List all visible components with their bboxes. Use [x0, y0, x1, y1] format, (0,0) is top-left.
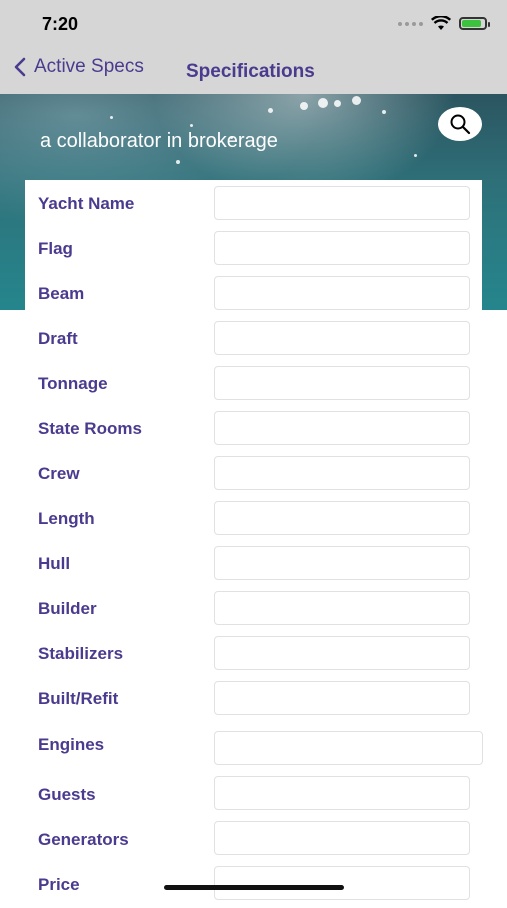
field-row-yacht-name: Yacht Name	[25, 183, 482, 228]
field-row-tonnage: Tonnage	[25, 363, 482, 408]
field-label-draft: Draft	[38, 329, 78, 348]
status-bar: 7:20	[0, 0, 507, 48]
back-button[interactable]: Active Specs	[14, 56, 144, 78]
status-time: 7:20	[42, 14, 79, 34]
field-row-state-rooms: State Rooms	[25, 408, 482, 453]
field-label-price: Price	[38, 875, 80, 894]
field-row-beam: Beam	[25, 273, 482, 318]
signal-icon	[398, 21, 423, 26]
flag-input[interactable]	[214, 231, 470, 265]
engines-input[interactable]	[214, 731, 483, 765]
field-row-draft: Draft	[25, 318, 482, 363]
search-button[interactable]	[438, 107, 482, 141]
specifications-form: Yacht Name Flag Beam Draft Tonnage State…	[25, 180, 483, 900]
field-label-state-rooms: State Rooms	[38, 419, 142, 438]
price-input[interactable]	[214, 866, 470, 900]
field-row-engines: Engines	[25, 728, 483, 773]
field-label-generators: Generators	[38, 830, 129, 849]
tonnage-input[interactable]	[214, 366, 470, 400]
field-row-crew: Crew	[25, 453, 482, 498]
field-row-length: Length	[25, 498, 482, 543]
search-icon	[450, 114, 471, 135]
field-label-guests: Guests	[38, 785, 96, 804]
beam-input[interactable]	[214, 276, 470, 310]
navigation-bar: Active Specs Specifications	[0, 48, 507, 94]
field-label-hull: Hull	[38, 554, 71, 573]
draft-input[interactable]	[214, 321, 470, 355]
built-refit-input[interactable]	[214, 681, 470, 715]
field-label-stabilizers: Stabilizers	[38, 644, 124, 663]
crew-input[interactable]	[214, 456, 470, 490]
field-row-flag: Flag	[25, 228, 482, 273]
battery-icon	[459, 17, 490, 30]
field-label-yacht-name: Yacht Name	[38, 194, 135, 213]
field-label-tonnage: Tonnage	[38, 374, 108, 393]
field-row-generators: Generators	[25, 818, 482, 863]
hull-input[interactable]	[214, 546, 470, 580]
length-input[interactable]	[214, 501, 470, 535]
yacht-name-input[interactable]	[214, 186, 470, 220]
generators-input[interactable]	[214, 821, 470, 855]
state-rooms-input[interactable]	[214, 411, 470, 445]
field-label-engines: Engines	[38, 735, 105, 754]
back-label: Active Specs	[34, 56, 144, 77]
field-row-hull: Hull	[25, 543, 482, 588]
field-label-crew: Crew	[38, 464, 80, 483]
field-row-built-refit: Built/Refit	[25, 678, 482, 723]
wifi-icon	[431, 16, 451, 30]
home-indicator	[164, 885, 344, 890]
field-label-builder: Builder	[38, 599, 97, 618]
stabilizers-input[interactable]	[214, 636, 470, 670]
field-row-guests: Guests	[25, 773, 482, 818]
builder-input[interactable]	[214, 591, 470, 625]
field-row-builder: Builder	[25, 588, 482, 633]
guests-input[interactable]	[214, 776, 470, 810]
page-title: Specifications	[186, 61, 315, 82]
field-label-length: Length	[38, 509, 95, 528]
field-label-flag: Flag	[38, 239, 73, 258]
field-label-beam: Beam	[38, 284, 85, 303]
field-label-built-refit: Built/Refit	[38, 689, 119, 708]
field-row-stabilizers: Stabilizers	[25, 633, 482, 678]
chevron-left-icon	[14, 57, 26, 77]
status-icons	[398, 16, 490, 31]
tagline: a collaborator in brokerage	[40, 130, 278, 152]
